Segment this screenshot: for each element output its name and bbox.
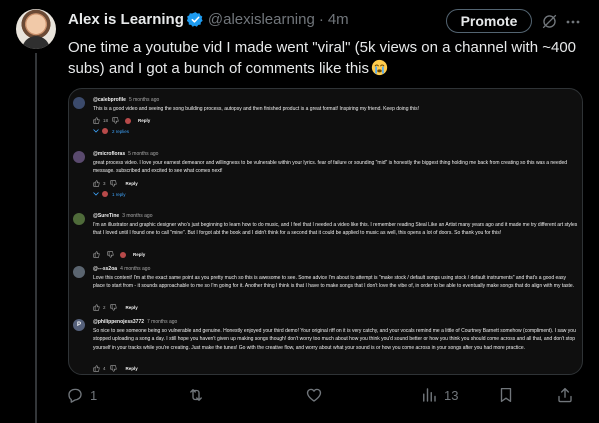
comment-time: 3 months ago — [122, 213, 153, 219]
bookmark-icon — [500, 387, 512, 403]
more-options-icon[interactable] — [566, 20, 580, 24]
grok-slash-icon[interactable] — [541, 13, 558, 30]
avatar[interactable] — [16, 9, 56, 49]
replies-count: 2 replies — [112, 128, 130, 134]
views-action[interactable]: 13 — [420, 386, 458, 404]
comment-time: 7 months ago — [147, 319, 178, 325]
like-count: 2 — [103, 305, 106, 310]
comment-time: 5 months ago — [128, 97, 160, 103]
comment-avatar — [73, 213, 85, 225]
comment-header: @SureTine 3 months ago — [93, 213, 153, 219]
like-count: 18 — [103, 118, 109, 123]
comment-username: @philippenojess3772 — [93, 319, 145, 325]
share-action[interactable] — [556, 386, 574, 404]
reply-button: Reply — [125, 181, 138, 186]
crying-face-emoji-icon — [371, 59, 388, 76]
chevron-down-icon — [93, 129, 99, 133]
reply-icon — [68, 388, 82, 403]
comment-avatar — [73, 151, 85, 163]
author-name[interactable]: Alex is Learning — [68, 11, 184, 28]
tweet-time[interactable]: 4m — [328, 11, 349, 28]
comment-text: Love this content! I'm at the exact same… — [93, 275, 575, 290]
comment-header: @philippenojess3772 7 months ago — [93, 319, 177, 325]
comment-header: @---ss2oa 4 months ago — [93, 266, 150, 272]
comment-avatar — [73, 97, 85, 109]
comment-actions: 18 Reply — [93, 117, 150, 124]
reply-button: Reply — [125, 305, 138, 310]
thumbs-up-icon — [93, 304, 100, 311]
comment-text: This is a good video and seeing the song… — [93, 106, 420, 112]
reply-button: Reply — [138, 118, 151, 123]
thumbs-down-icon — [109, 304, 117, 311]
comment-time: 5 months ago — [128, 151, 159, 157]
thumbs-down-icon — [112, 117, 119, 124]
comment-avatar — [73, 266, 85, 278]
reply-button: Reply — [133, 252, 146, 257]
thumbs-down-icon — [109, 365, 117, 372]
like-count: 3 — [103, 181, 106, 186]
separator-dot: · — [318, 11, 324, 28]
thumbs-down-icon — [107, 251, 114, 258]
promote-button[interactable]: Promote — [446, 9, 532, 33]
views-count: 13 — [444, 387, 459, 403]
comment-header: @calebprofile 5 months ago — [93, 97, 159, 103]
replies-toggle: 1 reply — [93, 191, 126, 197]
bookmark-action[interactable] — [497, 386, 515, 404]
comment-text: I'm an illustrator and graphic designer … — [93, 222, 578, 237]
comment-username: @calebprofile — [93, 97, 126, 103]
retweet-icon — [190, 389, 202, 401]
like-count: 4 — [103, 366, 106, 371]
chevron-down-icon — [93, 192, 99, 196]
replies-toggle: 2 replies — [93, 128, 129, 134]
comment-avatar: P — [73, 319, 85, 331]
thumbs-up-icon — [93, 117, 100, 124]
comment-actions: Reply — [93, 251, 145, 258]
tweet-text-content: One time a youtube vid I made went "vira… — [68, 39, 577, 77]
heart-icon — [306, 388, 322, 402]
creator-heart-avatar — [120, 251, 126, 258]
reply-count: 1 — [90, 387, 98, 403]
comment-username: @---ss2oa — [93, 266, 118, 272]
views-bar-chart-icon — [423, 388, 436, 402]
replies-count: 1 reply — [112, 191, 126, 197]
tweet-header: Alex is Learning @alexislearning · 4m — [68, 11, 349, 28]
creator-avatar — [102, 191, 108, 197]
share-icon — [558, 387, 572, 403]
thumbs-up-icon — [93, 365, 100, 372]
tweet-text: One time a youtube vid I made went "vira… — [68, 37, 588, 79]
thumbs-up-icon — [93, 180, 100, 187]
thumbs-down-icon — [109, 180, 117, 187]
author-handle[interactable]: @alexislearning — [208, 11, 315, 28]
thread-line — [35, 53, 37, 423]
comment-text: great process video. I love your earnest… — [93, 160, 568, 175]
creator-avatar — [102, 128, 108, 134]
retweet-action[interactable] — [187, 386, 211, 404]
reply-action[interactable]: 1 — [66, 386, 97, 404]
comment-text: So nice to see someone being so vulnerab… — [93, 328, 576, 351]
comment-time: 4 months ago — [120, 266, 151, 272]
comment-actions: 4 Reply — [93, 365, 138, 372]
comment-actions: 2 Reply — [93, 304, 138, 311]
comment-header: @microfloras 5 months ago — [93, 151, 158, 157]
like-action[interactable] — [305, 386, 329, 404]
creator-heart-avatar — [125, 117, 132, 124]
comments-screenshot[interactable]: @calebprofile 5 months ago This is a good… — [68, 88, 583, 375]
comment-username: @SureTine — [93, 213, 120, 219]
reply-button: Reply — [125, 366, 138, 371]
thumbs-up-icon — [93, 251, 100, 258]
comment-username: @microfloras — [93, 151, 126, 157]
verified-badge-icon — [186, 12, 203, 27]
comment-actions: 3 Reply — [93, 180, 138, 187]
tweet[interactable]: Alex is Learning @alexislearning · 4m Pr… — [0, 0, 599, 423]
